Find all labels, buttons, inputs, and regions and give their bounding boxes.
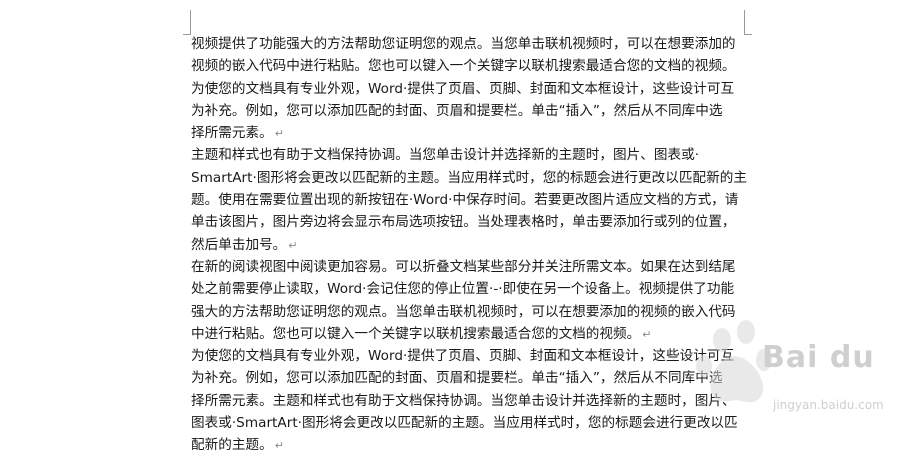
document-text-line[interactable]: 配新的主题。 ↵ bbox=[191, 434, 761, 456]
line-text: 强大的方法帮助您证明您的观点。当您单击联机视频时，可以在想要添加的视频的嵌入代码 bbox=[191, 303, 736, 320]
line-text: 择所需元素。主题和样式也有助于文档保持协调。当您单击设计并选择新的主题时，图片、 bbox=[191, 392, 736, 409]
document-text-line[interactable]: 为补充。例如，您可以添加匹配的封面、页眉和提要栏。单击“插入”，然后从不同库中选 bbox=[191, 367, 761, 389]
line-text: 然后单击加号。 bbox=[191, 236, 287, 253]
document-text-line[interactable]: 择所需元素。 ↵ bbox=[191, 122, 761, 144]
document-text-line[interactable]: 处之前需要停止读取，Word·会记住您的停止位置·-·即使在另一个设备上。视频提… bbox=[191, 278, 761, 300]
document-text-line[interactable]: 择所需元素。主题和样式也有助于文档保持协调。当您单击设计并选择新的主题时，图片、 bbox=[191, 390, 761, 412]
line-text: 单击该图片，图片旁边将会显示布局选项按钮。当处理表格时，单击要添加行或列的位置， bbox=[191, 214, 736, 231]
document-text-line[interactable]: 为补充。例如，您可以添加匹配的封面、页眉和提要栏。单击“插入”，然后从不同库中选 bbox=[191, 100, 761, 122]
line-text: 为补充。例如，您可以添加匹配的封面、页眉和提要栏。单击“插入”，然后从不同库中选 bbox=[191, 102, 723, 119]
paragraph-mark-icon: ↵ bbox=[274, 439, 284, 453]
document-text-line[interactable]: SmartArt·图形将会更改以匹配新的主题。当应用样式时，您的标题会进行更改以… bbox=[191, 167, 761, 189]
document-text-line[interactable]: 中进行粘贴。您也可以键入一个关键字以联机搜索最适合您的文档的视频。 ↵ bbox=[191, 323, 761, 345]
line-text: 视频提供了功能强大的方法帮助您证明您的观点。当您单击联机视频时，可以在想要添加的 bbox=[191, 36, 736, 52]
watermark-brand: Bai du bbox=[762, 340, 875, 375]
watermark-site: jingyan.baidu.com bbox=[773, 398, 884, 412]
document-text-line[interactable]: 然后单击加号。 ↵ bbox=[191, 234, 761, 256]
line-text: 在新的阅读视图中阅读更加容易。可以折叠文档某些部分并关注所需文本。如果在达到结尾 bbox=[191, 258, 736, 275]
document-text-line[interactable]: 为使您的文档具有专业外观，Word·提供了页眉、页脚、封面和文本框设计，这些设计… bbox=[191, 78, 761, 100]
line-text: SmartArt·图形将会更改以匹配新的主题。当应用样式时，您的标题会进行更改以… bbox=[191, 169, 747, 186]
document-text-line[interactable]: 在新的阅读视图中阅读更加容易。可以折叠文档某些部分并关注所需文本。如果在达到结尾 bbox=[191, 256, 761, 278]
line-text: 择所需元素。 bbox=[191, 125, 273, 142]
document-text-line[interactable]: 视频的嵌入代码中进行粘贴。您也可以键入一个关键字以联机搜索最适合您的文档的视频。 bbox=[191, 55, 761, 77]
document-text-line[interactable]: 主题和样式也有助于文档保持协调。当您单击设计并选择新的主题时，图片、图表或· bbox=[191, 144, 761, 166]
line-text: 视频的嵌入代码中进行粘贴。您也可以键入一个关键字以联机搜索最适合您的文档的视频。 bbox=[191, 58, 736, 75]
page-corner-mark-top-right bbox=[744, 10, 752, 35]
page-corner-mark-top-left bbox=[183, 10, 191, 35]
line-text: 为补充。例如，您可以添加匹配的封面、页眉和提要栏。单击“插入”，然后从不同库中选 bbox=[191, 370, 723, 387]
line-text: 配新的主题。 bbox=[191, 437, 273, 454]
document-text-line[interactable]: 为使您的文档具有专业外观，Word·提供了页眉、页脚、封面和文本框设计，这些设计… bbox=[191, 345, 761, 367]
line-text: 中进行粘贴。您也可以键入一个关键字以联机搜索最适合您的文档的视频。 bbox=[191, 325, 641, 342]
document-text-line[interactable]: 视频提供了功能强大的方法帮助您证明您的观点。当您单击联机视频时，可以在想要添加的 bbox=[191, 33, 761, 55]
paragraph-mark-icon: ↵ bbox=[642, 327, 652, 341]
document-text-line[interactable]: 单击该图片，图片旁边将会显示布局选项按钮。当处理表格时，单击要添加行或列的位置， bbox=[191, 211, 761, 233]
document-body[interactable]: 视频提供了功能强大的方法帮助您证明您的观点。当您单击联机视频时，可以在想要添加的… bbox=[191, 33, 761, 457]
document-text-line[interactable]: 题。使用在需要位置出现的新按钮在·Word·中保存时间。若要更改图片适应文档的方… bbox=[191, 189, 761, 211]
paragraph-mark-icon: ↵ bbox=[288, 238, 298, 252]
line-text: 图表或·SmartArt·图形将会更改以匹配新的主题。当应用样式时，您的标题会进… bbox=[191, 415, 738, 432]
line-text: 为使您的文档具有专业外观，Word·提供了页眉、页脚、封面和文本框设计，这些设计… bbox=[191, 80, 735, 97]
document-text-line[interactable]: 图表或·SmartArt·图形将会更改以匹配新的主题。当应用样式时，您的标题会进… bbox=[191, 412, 761, 434]
line-text: 为使您的文档具有专业外观，Word·提供了页眉、页脚、封面和文本框设计，这些设计… bbox=[191, 348, 735, 365]
paragraph-mark-icon: ↵ bbox=[274, 127, 284, 141]
line-text: 题。使用在需要位置出现的新按钮在·Word·中保存时间。若要更改图片适应文档的方… bbox=[191, 192, 739, 209]
line-text: 主题和样式也有助于文档保持协调。当您单击设计并选择新的主题时，图片、图表或· bbox=[191, 147, 700, 164]
document-text-line[interactable]: 强大的方法帮助您证明您的观点。当您单击联机视频时，可以在想要添加的视频的嵌入代码 bbox=[191, 301, 761, 323]
line-text: 处之前需要停止读取，Word·会记住您的停止位置·-·即使在另一个设备上。视频提… bbox=[191, 281, 735, 298]
